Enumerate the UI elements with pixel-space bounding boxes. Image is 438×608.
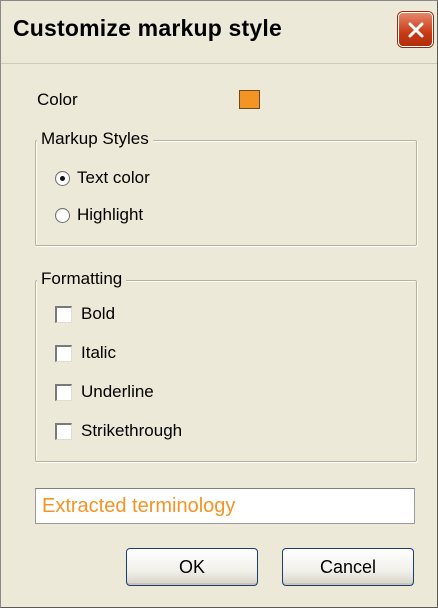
close-x-icon (408, 22, 423, 37)
markup-styles-group (35, 140, 417, 246)
radio-selected-dot (60, 176, 65, 181)
checkbox-strikethrough[interactable] (55, 423, 72, 440)
dialog-title: Customize markup style (13, 15, 282, 41)
preview-text-field[interactable] (35, 488, 415, 524)
formatting-legend: Formatting (37, 269, 127, 289)
radio-text-color-label[interactable]: Text color (77, 168, 150, 188)
radio-highlight[interactable] (55, 208, 70, 223)
title-bar[interactable]: Customize markup style (1, 1, 437, 64)
checkbox-bold[interactable] (55, 306, 72, 323)
checkbox-strikethrough-label[interactable]: Strikethrough (81, 421, 182, 441)
radio-highlight-label[interactable]: Highlight (77, 205, 143, 225)
customize-markup-style-dialog: Customize markup style Color Markup Styl… (0, 0, 438, 608)
radio-text-color[interactable] (55, 171, 70, 186)
close-button[interactable] (398, 12, 433, 47)
checkbox-bold-label[interactable]: Bold (81, 304, 115, 324)
checkbox-italic[interactable] (55, 345, 72, 362)
ok-button[interactable]: OK (126, 548, 258, 586)
markup-styles-legend: Markup Styles (37, 129, 153, 149)
checkbox-italic-label[interactable]: Italic (81, 343, 116, 363)
cancel-button[interactable]: Cancel (282, 548, 414, 586)
color-label: Color (37, 90, 78, 109)
checkbox-underline-label[interactable]: Underline (81, 382, 154, 402)
checkbox-underline[interactable] (55, 384, 72, 401)
color-swatch[interactable] (239, 90, 260, 109)
